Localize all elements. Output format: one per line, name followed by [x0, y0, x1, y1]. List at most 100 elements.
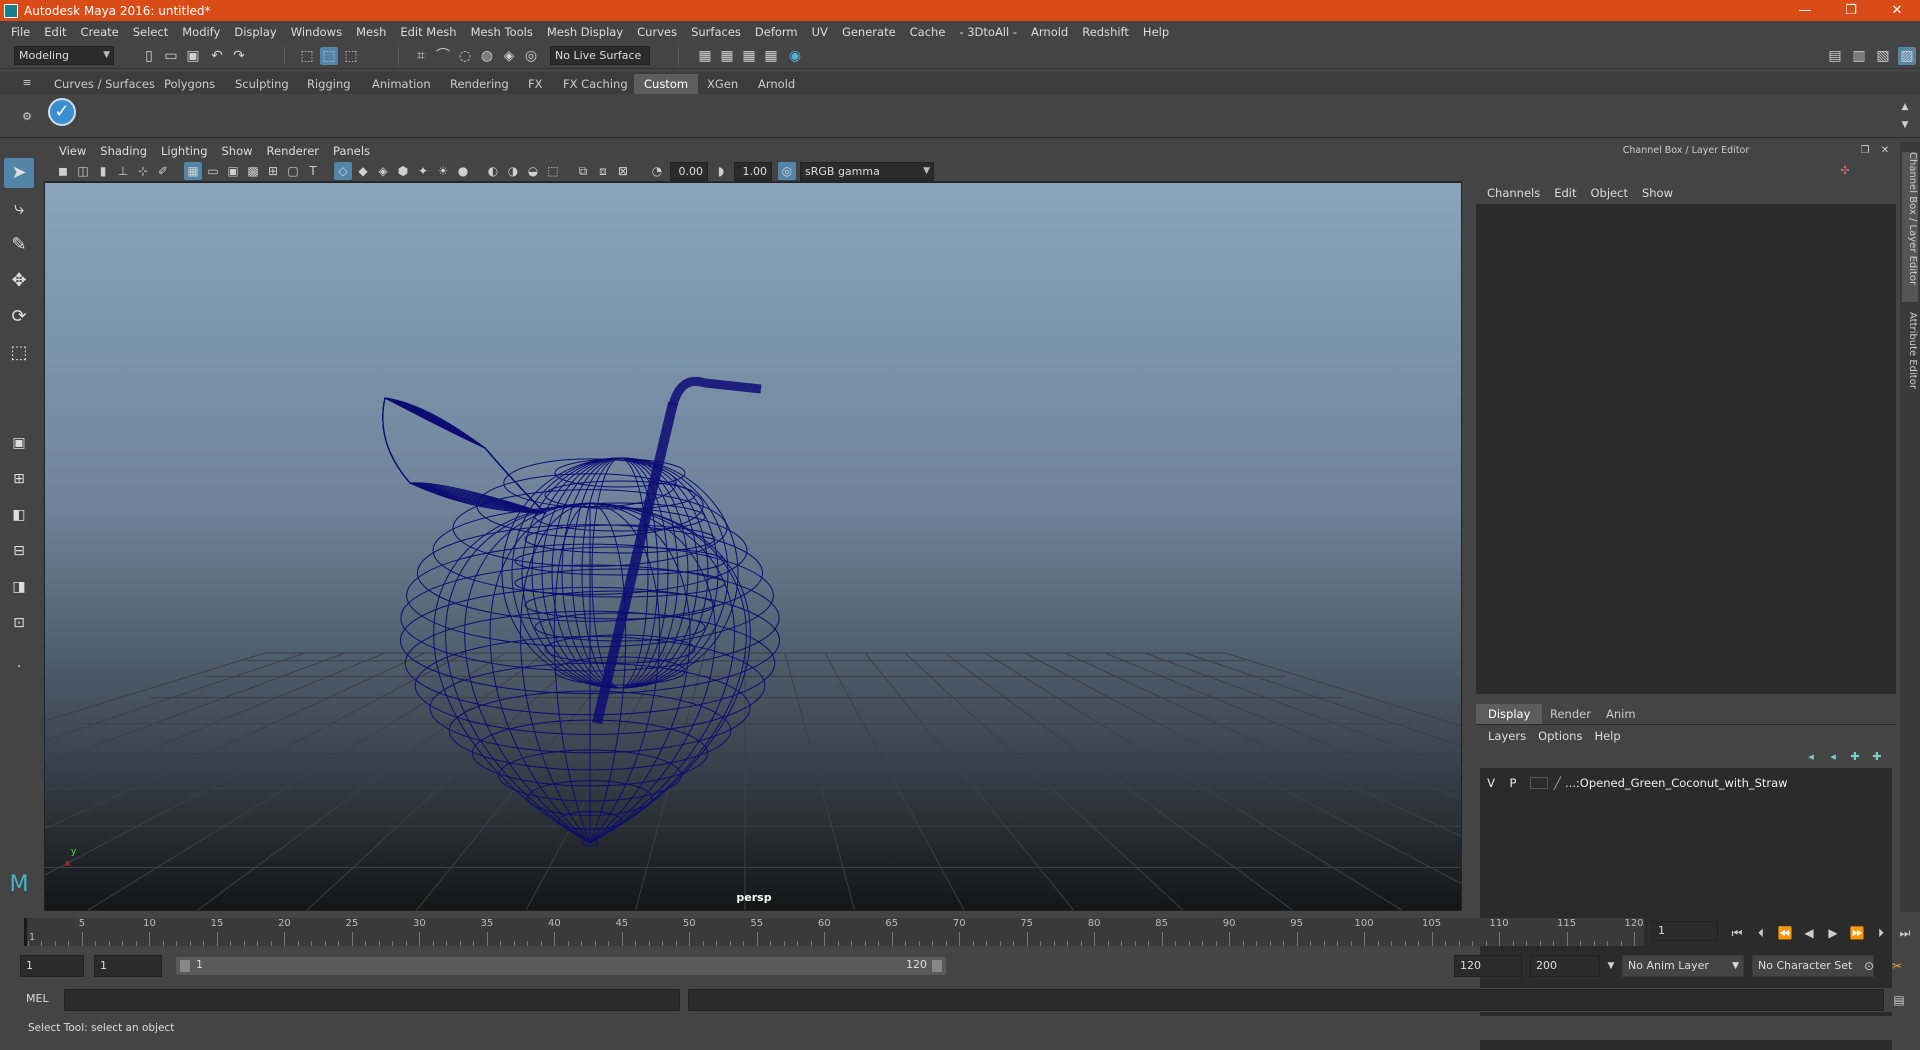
menu-select[interactable]: Select [126, 25, 175, 39]
range-start-field[interactable]: 1 [94, 955, 162, 977]
render-settings-icon[interactable]: ▦ [762, 47, 780, 65]
checkmark-shelf-icon[interactable]: ✓ [48, 98, 76, 126]
shelf-scroll-down-icon[interactable]: ▼ [1896, 116, 1914, 134]
step-back-key-icon[interactable]: ⏪ [1776, 925, 1794, 941]
persp-outliner-layout-icon[interactable]: ◧ [4, 500, 34, 530]
restore-button[interactable]: ❐ [1828, 0, 1874, 21]
menu-windows[interactable]: Windows [284, 25, 349, 39]
channel-box-menu-edit[interactable]: Edit [1547, 186, 1583, 200]
viewport-menu-view[interactable]: View [52, 144, 93, 158]
move-tool-icon[interactable]: ✥ [4, 266, 34, 296]
time-slider[interactable]: 1 5 10 15 20 25 30 35 40 45 50 55 60 65 70 75 80 85 90 95 10… [24, 918, 1644, 946]
exposure-field[interactable]: 0.00 [670, 162, 708, 181]
menu-help[interactable]: Help [1136, 25, 1176, 39]
menu-uv[interactable]: UV [805, 25, 835, 39]
range-start-handle[interactable] [180, 960, 190, 972]
xray-icon[interactable]: ⧉ [574, 162, 592, 180]
exposure-icon[interactable]: ◔ [648, 162, 666, 180]
menu-mesh[interactable]: Mesh [349, 25, 393, 39]
shadows-icon[interactable]: ☀ [434, 162, 452, 180]
shelf-tab-sculpting[interactable]: Sculpting [225, 74, 299, 94]
screen-space-ao-icon[interactable]: ● [454, 162, 472, 180]
gamma-field[interactable]: 1.00 [734, 162, 772, 181]
save-scene-icon[interactable]: ▣ [184, 47, 202, 65]
safe-action-icon[interactable]: ▢ [284, 162, 302, 180]
attribute-editor-icon[interactable]: ▥ [1850, 47, 1868, 65]
xray-joints-icon[interactable]: ⧈ [594, 162, 612, 180]
manipulator-icon[interactable]: ✣ [1836, 162, 1854, 180]
lasso-tool-icon[interactable]: ⤷ [4, 194, 34, 224]
paint-select-tool-icon[interactable]: ✎ [4, 230, 34, 260]
shelf-tab-animation[interactable]: Animation [362, 74, 441, 94]
start-time-field[interactable]: 1 [20, 955, 84, 977]
viewport-menu-show[interactable]: Show [215, 144, 260, 158]
live-surface-field[interactable]: No Live Surface [550, 46, 650, 65]
menu-arnold[interactable]: Arnold [1024, 25, 1075, 39]
tool-settings-icon[interactable]: ▧ [1874, 47, 1892, 65]
step-forward-frame-icon[interactable]: ⏵ [1872, 925, 1890, 941]
snap-curve-icon[interactable]: ⌒ [434, 47, 452, 65]
layer-menu-options[interactable]: Options [1532, 729, 1588, 743]
hypershade-layout-icon[interactable]: ◨ [4, 572, 34, 602]
shelf-tab-rigging[interactable]: Rigging [297, 74, 361, 94]
textured-icon[interactable]: ⬢ [394, 162, 412, 180]
camera-attributes-icon[interactable]: ◫ [74, 162, 92, 180]
new-layer-from-selection-icon[interactable]: ✚ [1868, 748, 1886, 766]
depth-of-field-icon[interactable]: ◒ [524, 162, 542, 180]
auto-key-icon[interactable]: ⊙ [1860, 957, 1878, 975]
menu-create[interactable]: Create [74, 25, 126, 39]
shelf-tab-custom[interactable]: Custom [634, 74, 699, 94]
four-view-layout-icon[interactable]: ⊞ [4, 464, 34, 494]
channel-box-menu-channels[interactable]: Channels [1480, 186, 1547, 200]
field-chart-icon[interactable]: ⊞ [264, 162, 282, 180]
lights-icon[interactable]: ✦ [414, 162, 432, 180]
move-layer-up-icon[interactable]: ◂ [1802, 748, 1820, 766]
gamma-icon[interactable]: ◗ [712, 162, 730, 180]
snap-together-icon[interactable]: ◎ [522, 47, 540, 65]
select-object-icon[interactable]: ⬚ [320, 47, 338, 65]
smooth-shade-icon[interactable]: ◆ [354, 162, 372, 180]
select-component-icon[interactable]: ⬚ [342, 47, 360, 65]
current-frame-field[interactable]: 1 [1652, 921, 1718, 941]
script-editor-icon[interactable]: ▤ [1890, 991, 1908, 1009]
menu-mesh-tools[interactable]: Mesh Tools [464, 25, 540, 39]
menu-file[interactable]: File [4, 25, 37, 39]
float-panel-icon[interactable]: ❐ [1856, 142, 1874, 160]
menu-curves[interactable]: Curves [630, 25, 684, 39]
menu-deform[interactable]: Deform [748, 25, 805, 39]
single-perspective-layout-icon[interactable]: ▣ [4, 428, 34, 458]
gate-mask-icon[interactable]: ▩ [244, 162, 262, 180]
end-time-field[interactable]: 200 [1530, 955, 1600, 977]
outliner-layout-icon[interactable]: ⊡ [4, 608, 34, 638]
wireframe-on-shaded-icon[interactable]: ◈ [374, 162, 392, 180]
resolution-gate-icon[interactable]: ▣ [224, 162, 242, 180]
persp-graph-layout-icon[interactable]: ⊟ [4, 536, 34, 566]
isolate-select-icon[interactable]: ⬚ [544, 162, 562, 180]
viewport-menu-renderer[interactable]: Renderer [260, 144, 327, 158]
shelf-tab-polygons[interactable]: Polygons [154, 74, 225, 94]
shelf-tab-rendering[interactable]: Rendering [440, 74, 519, 94]
shelf-tab-xgen[interactable]: XGen [697, 74, 748, 94]
snap-point-icon[interactable]: ◌ [456, 47, 474, 65]
modeling-toolkit-icon[interactable]: ▤ [1826, 47, 1844, 65]
menu-edit-mesh[interactable]: Edit Mesh [393, 25, 463, 39]
open-scene-icon[interactable]: ▭ [162, 47, 180, 65]
xray-components-icon[interactable]: ⊠ [614, 162, 632, 180]
safe-title-icon[interactable]: T [304, 162, 322, 180]
go-to-end-icon[interactable]: ⏭ [1896, 925, 1914, 941]
menu-surfaces[interactable]: Surfaces [684, 25, 748, 39]
menu-cache[interactable]: Cache [903, 25, 953, 39]
layer-tab-anim[interactable]: Anim [1594, 704, 1648, 724]
menu-modify[interactable]: Modify [175, 25, 227, 39]
redo-icon[interactable]: ↷ [230, 47, 248, 65]
range-end-field[interactable]: 120 [1454, 955, 1522, 977]
render-view-icon[interactable]: ▦ [696, 47, 714, 65]
camera-icon[interactable]: ◼ [54, 162, 72, 180]
chevron-down-icon[interactable]: ▼ [1602, 957, 1620, 975]
layer-menu-help[interactable]: Help [1588, 729, 1626, 743]
menu-set-dropdown[interactable]: Modeling ▼ [14, 46, 114, 65]
command-input[interactable] [64, 989, 680, 1011]
perspective-viewport[interactable]: x y persp [44, 182, 1462, 911]
make-live-icon[interactable]: ◈ [500, 47, 518, 65]
range-slider-bar[interactable]: 1 120 [176, 957, 946, 975]
